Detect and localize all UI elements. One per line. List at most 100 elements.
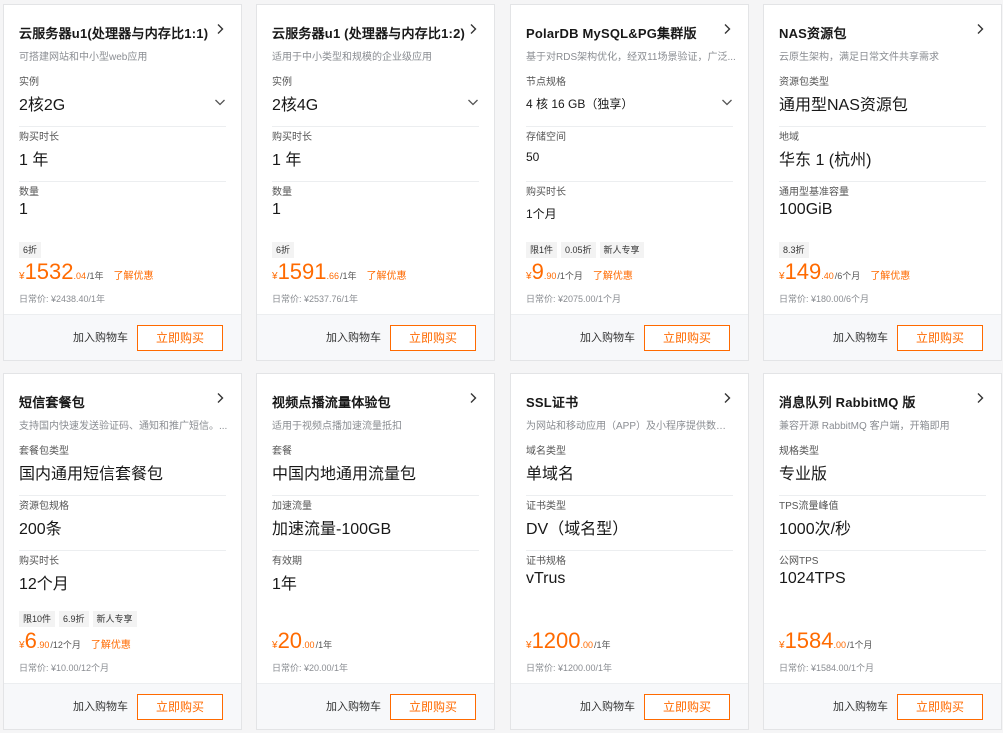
discount-tags: 8.3折 <box>779 242 809 258</box>
chevron-down-icon[interactable] <box>721 95 733 107</box>
spec-label: 数量 <box>19 187 39 198</box>
spec-field: 套餐 中国内地通用流量包 <box>272 442 479 496</box>
price-unit: /1个月 <box>847 640 873 650</box>
card-header[interactable]: 云服务器u1(处理器与内存比1:1) 可搭建网站和中小型web应用 <box>19 23 229 63</box>
chevron-right-icon[interactable] <box>975 392 989 408</box>
price: ¥1200.00/1年 <box>526 628 611 658</box>
add-to-cart-button[interactable]: 加入购物车 <box>326 329 381 345</box>
card-description: 适用于视频点播加速流量抵扣 <box>272 421 402 432</box>
spec-label: 资源包类型 <box>779 77 829 88</box>
spec-label: 通用型基准容量 <box>779 187 849 198</box>
buy-now-button[interactable]: 立即购买 <box>897 325 983 351</box>
chevron-down-icon[interactable] <box>467 95 479 107</box>
promo-link[interactable]: 了解优惠 <box>367 271 407 282</box>
add-to-cart-button[interactable]: 加入购物车 <box>833 329 888 345</box>
buy-now-button[interactable]: 立即购买 <box>137 694 223 720</box>
discount-tag: 6折 <box>19 242 42 258</box>
spec-value: 100GiB <box>779 201 833 218</box>
spec-value: 加速流量-100GB <box>272 521 392 538</box>
card-title[interactable]: PolarDB MySQL&PG集群版 <box>526 23 736 42</box>
price-integer: 1591 <box>277 259 327 284</box>
spec-label: 地域 <box>779 132 799 143</box>
original-price: 日常价: ¥10.00/12个月 <box>19 663 110 673</box>
add-to-cart-button[interactable]: 加入购物车 <box>73 329 128 345</box>
price: ¥149.40/6个月 了解优惠 <box>779 259 910 289</box>
spec-field[interactable]: 实例 2核4G <box>272 73 479 127</box>
spec-value[interactable]: 2核2G <box>19 91 65 115</box>
promo-link[interactable]: 了解优惠 <box>870 271 910 282</box>
card-header[interactable]: PolarDB MySQL&PG集群版 基于对RDS架构优化，经双11场景验证，… <box>526 23 736 63</box>
card-header[interactable]: 短信套餐包 支持国内快速发送验证码、通知和推广短信。... <box>19 392 229 432</box>
card-description: 兼容开源 RabbitMQ 客户端，开箱即用 <box>779 421 950 432</box>
spec-value[interactable]: 2核4G <box>272 91 318 115</box>
spec-value: 1 年 <box>19 152 49 169</box>
add-to-cart-button[interactable]: 加入购物车 <box>580 329 635 345</box>
chevron-right-icon[interactable] <box>468 23 482 39</box>
card-header[interactable]: 云服务器u1 (处理器与内存比1:2) 适用于中小类型和规模的企业级应用 <box>272 23 482 63</box>
price-unit: /1年 <box>340 271 357 281</box>
card-title[interactable]: 云服务器u1 (处理器与内存比1:2) <box>272 23 482 42</box>
chevron-right-icon[interactable] <box>975 23 989 39</box>
spec-label: 有效期 <box>272 556 302 567</box>
buy-now-button[interactable]: 立即购买 <box>897 694 983 720</box>
spec-label: 资源包规格 <box>19 501 69 512</box>
card-header[interactable]: 视频点播流量体验包 适用于视频点播加速流量抵扣 <box>272 392 482 432</box>
card-header[interactable]: 消息队列 RabbitMQ 版 兼容开源 RabbitMQ 客户端，开箱即用 <box>779 392 989 432</box>
add-to-cart-button[interactable]: 加入购物车 <box>580 698 635 714</box>
card-description: 云原生架构，满足日常文件共享需求 <box>779 52 939 63</box>
price: ¥1591.66/1年 了解优惠 <box>272 259 407 289</box>
spec-field: 购买时长 1个月 <box>526 183 733 237</box>
spec-label: 规格类型 <box>779 446 819 457</box>
price-integer: 6 <box>24 628 37 653</box>
price: ¥9.90/1个月 了解优惠 <box>526 259 633 289</box>
buy-now-button[interactable]: 立即购买 <box>390 694 476 720</box>
card-header[interactable]: NAS资源包 云原生架构，满足日常文件共享需求 <box>779 23 989 63</box>
card-title[interactable]: 视频点播流量体验包 <box>272 392 482 411</box>
spec-label: 购买时长 <box>272 132 312 143</box>
promo-link[interactable]: 了解优惠 <box>114 271 154 282</box>
buy-now-button[interactable]: 立即购买 <box>644 694 730 720</box>
chevron-right-icon[interactable] <box>215 23 229 39</box>
chevron-right-icon[interactable] <box>468 392 482 408</box>
original-price: 日常价: ¥1584.00/1个月 <box>779 663 875 673</box>
spec-field: 加速流量 加速流量-100GB <box>272 497 479 551</box>
spec-field[interactable]: 节点规格 4 核 16 GB（独享） <box>526 73 733 127</box>
promo-link[interactable]: 了解优惠 <box>593 271 633 282</box>
spec-label: 节点规格 <box>526 77 566 88</box>
buy-now-button[interactable]: 立即购买 <box>390 325 476 351</box>
spec-field: 有效期 1年 <box>272 552 479 606</box>
card-title[interactable]: 云服务器u1(处理器与内存比1:1) <box>19 23 229 42</box>
card-description: 基于对RDS架构优化，经双11场景验证，广泛... <box>526 52 736 63</box>
spec-value[interactable]: 4 核 16 GB（独享） <box>526 95 633 112</box>
card-title[interactable]: NAS资源包 <box>779 23 989 42</box>
card-title[interactable]: 短信套餐包 <box>19 392 229 411</box>
price-decimal: .90 <box>543 271 557 281</box>
price-integer: 149 <box>784 259 822 284</box>
spec-value: 中国内地通用流量包 <box>272 466 417 483</box>
product-card: 云服务器u1 (处理器与内存比1:2) 适用于中小类型和规模的企业级应用 实例 … <box>256 4 495 361</box>
spec-value: DV（域名型） <box>526 521 629 538</box>
buy-now-button[interactable]: 立即购买 <box>137 325 223 351</box>
spec-field: 数量 1 <box>19 183 226 237</box>
add-to-cart-button[interactable]: 加入购物车 <box>73 698 128 714</box>
add-to-cart-button[interactable]: 加入购物车 <box>326 698 381 714</box>
spec-value: 专业版 <box>779 466 828 483</box>
discount-tag: 0.05折 <box>561 242 596 258</box>
spec-field: 存储空间 50 <box>526 128 733 182</box>
promo-link[interactable]: 了解优惠 <box>91 640 131 651</box>
discount-tag: 6折 <box>272 242 295 258</box>
chevron-right-icon[interactable] <box>215 392 229 408</box>
card-header[interactable]: SSL证书 为网站和移动应用（APP）及小程序提供数据H... <box>526 392 736 432</box>
card-title[interactable]: SSL证书 <box>526 392 736 411</box>
chevron-right-icon[interactable] <box>722 392 736 408</box>
buy-now-button[interactable]: 立即购买 <box>644 325 730 351</box>
chevron-right-icon[interactable] <box>722 23 736 39</box>
price-decimal: .40 <box>821 271 834 281</box>
spec-value: 1 年 <box>272 152 302 169</box>
price: ¥20.00/1年 <box>272 628 332 658</box>
add-to-cart-button[interactable]: 加入购物车 <box>833 698 888 714</box>
card-title[interactable]: 消息队列 RabbitMQ 版 <box>779 392 989 411</box>
chevron-down-icon[interactable] <box>214 95 226 107</box>
spec-label: 套餐 <box>272 446 292 457</box>
spec-field[interactable]: 实例 2核2G <box>19 73 226 127</box>
